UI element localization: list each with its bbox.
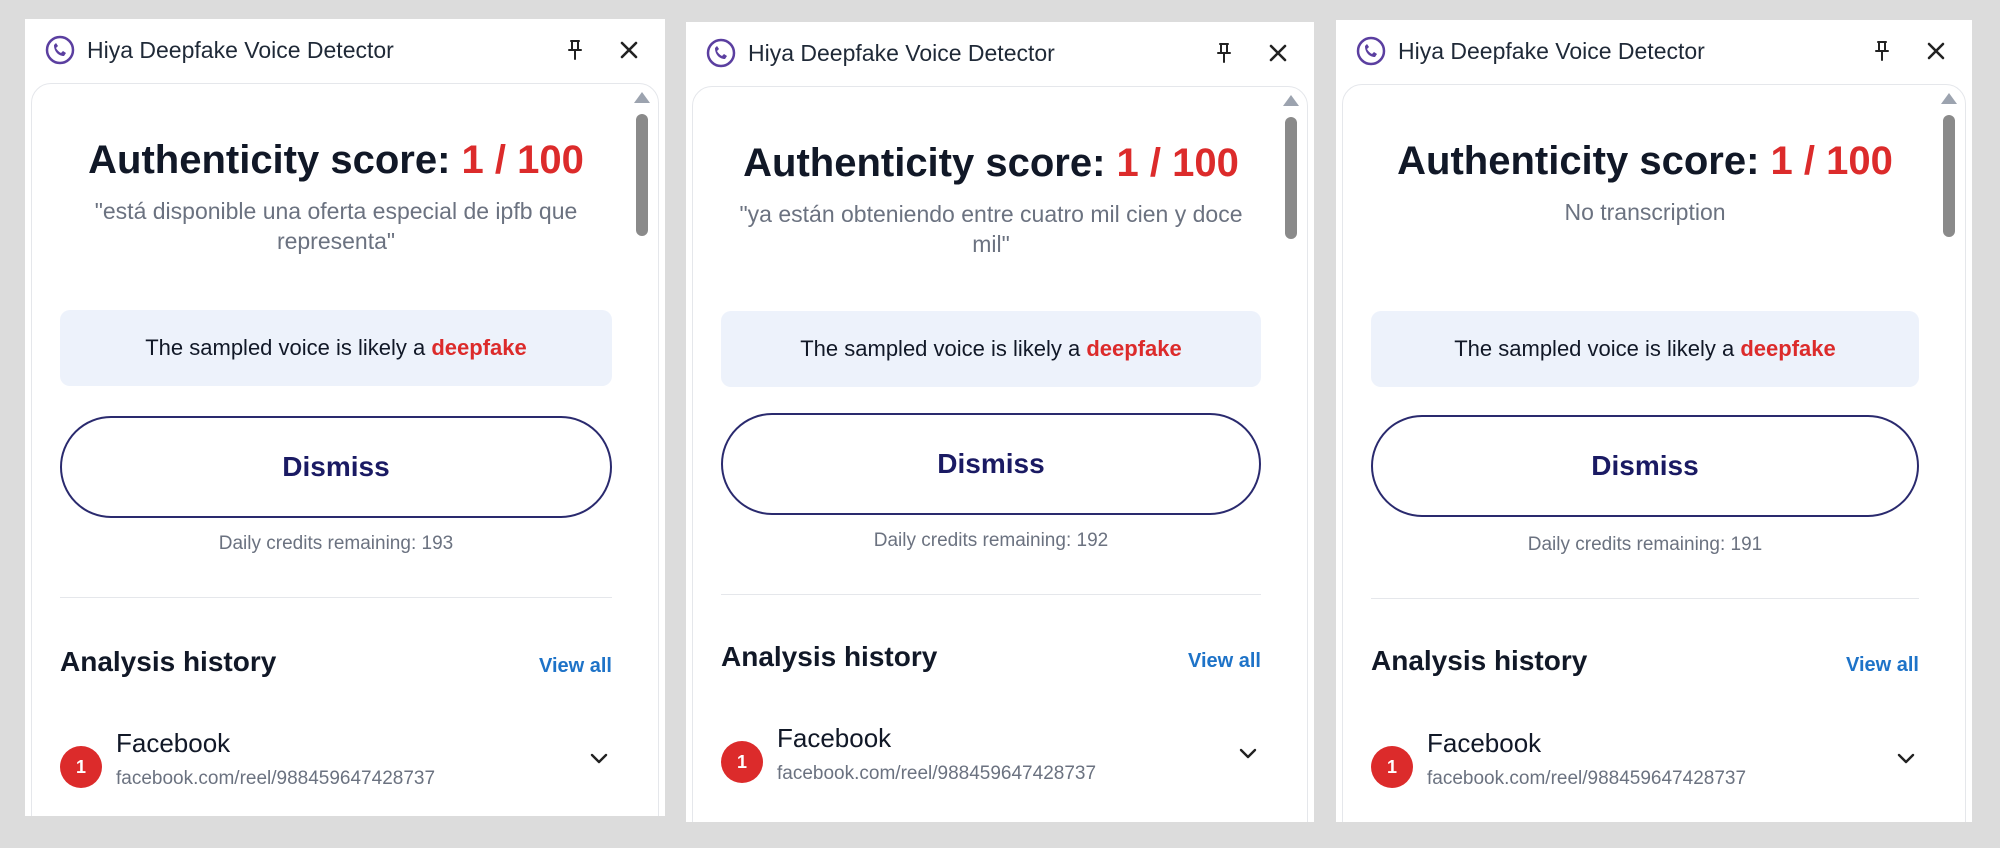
transcription-text: "ya están obteniendo entre cuatro mil ci… <box>739 201 1243 257</box>
verdict-word: deepfake <box>1086 336 1182 361</box>
history-score-badge: 1 <box>60 746 102 788</box>
verdict-word: deepfake <box>431 335 527 360</box>
scroll-up-arrow[interactable] <box>634 92 650 103</box>
history-item-url: facebook.com/reel/988459647428737 <box>116 768 436 789</box>
pin-button[interactable] <box>561 36 589 64</box>
close-button[interactable] <box>1922 37 1950 65</box>
section-divider <box>721 594 1261 595</box>
verdict-box: The sampled voice is likely a deepfake <box>60 310 612 386</box>
score-label: Authenticity score: <box>743 141 1117 185</box>
score-value: 1 / 100 <box>1770 139 1893 183</box>
hiya-logo-icon <box>1356 36 1386 66</box>
chevron-down-icon[interactable] <box>586 746 612 772</box>
history-item-title: Facebook <box>777 723 892 753</box>
detector-panel-2: Hiya Deepfake Voice Detector Authenticit… <box>686 22 1314 822</box>
history-score-badge: 1 <box>721 741 763 783</box>
pin-button[interactable] <box>1868 37 1896 65</box>
dismiss-button[interactable]: Dismiss <box>1371 415 1919 517</box>
authenticity-score: Authenticity score: 1 / 100 <box>60 138 612 183</box>
section-divider <box>1371 598 1919 599</box>
score-value: 1 / 100 <box>461 138 584 182</box>
scrollbar-thumb[interactable] <box>1285 117 1297 239</box>
history-item[interactable]: 1 Facebook facebook.com/reel/98845964742… <box>60 728 612 798</box>
close-button[interactable] <box>1264 39 1292 67</box>
title-bar: Hiya Deepfake Voice Detector <box>1336 20 1972 82</box>
score-value: 1 / 100 <box>1116 141 1239 185</box>
result-card: Authenticity score: 1 / 100 No transcrip… <box>1342 84 1966 822</box>
app-title: Hiya Deepfake Voice Detector <box>87 37 394 63</box>
history-item-title: Facebook <box>1427 728 1542 758</box>
detector-panel-3: Hiya Deepfake Voice Detector Authenticit… <box>1336 20 1972 822</box>
history-score-badge: 1 <box>1371 746 1413 788</box>
pin-icon <box>568 40 582 60</box>
chevron-down-icon[interactable] <box>1235 741 1261 767</box>
scroll-up-arrow[interactable] <box>1283 95 1299 106</box>
verdict-word: deepfake <box>1740 336 1836 361</box>
analysis-history-title: Analysis history <box>60 646 277 677</box>
close-icon <box>1927 42 1945 60</box>
verdict-prefix: The sampled voice is likely a <box>145 335 432 360</box>
close-icon <box>620 41 638 59</box>
chevron-down-icon[interactable] <box>1893 746 1919 772</box>
history-item-title: Facebook <box>116 728 231 758</box>
authenticity-score: Authenticity score: 1 / 100 <box>1371 139 1919 184</box>
scrollbar-thumb[interactable] <box>636 114 648 236</box>
verdict-box: The sampled voice is likely a deepfake <box>721 311 1261 387</box>
transcription-text: "está disponible una oferta especial de … <box>94 198 578 254</box>
view-all-link[interactable]: View all <box>1188 650 1261 673</box>
view-all-link[interactable]: View all <box>1846 654 1919 677</box>
result-card: Authenticity score: 1 / 100 "ya están ob… <box>692 86 1308 822</box>
pin-icon <box>1217 43 1231 63</box>
view-all-link[interactable]: View all <box>539 655 612 678</box>
verdict-prefix: The sampled voice is likely a <box>800 336 1087 361</box>
hiya-logo-icon <box>706 38 736 68</box>
history-item-url: facebook.com/reel/988459647428737 <box>1427 768 1747 789</box>
close-button[interactable] <box>615 36 643 64</box>
section-divider <box>60 597 612 598</box>
pin-button[interactable] <box>1210 39 1238 67</box>
score-label: Authenticity score: <box>88 138 462 182</box>
score-label: Authenticity score: <box>1397 139 1771 183</box>
authenticity-score: Authenticity score: 1 / 100 <box>721 141 1261 186</box>
daily-credits: Daily credits remaining: 193 <box>218 533 454 554</box>
analysis-history-title: Analysis history <box>721 641 938 672</box>
close-icon <box>1269 44 1287 62</box>
history-item-url: facebook.com/reel/988459647428737 <box>777 763 1097 784</box>
history-item[interactable]: 1 Facebook facebook.com/reel/98845964742… <box>1371 728 1919 798</box>
verdict-box: The sampled voice is likely a deepfake <box>1371 311 1919 387</box>
dismiss-button[interactable]: Dismiss <box>721 413 1261 515</box>
title-bar: Hiya Deepfake Voice Detector <box>686 22 1314 84</box>
scroll-up-arrow[interactable] <box>1941 93 1957 104</box>
transcription-text: No transcription <box>1564 199 1726 225</box>
analysis-history-title: Analysis history <box>1371 645 1588 676</box>
hiya-logo-icon <box>45 35 75 65</box>
detector-panel-1: Hiya Deepfake Voice Detector Authenticit… <box>25 19 665 816</box>
daily-credits: Daily credits remaining: 192 <box>873 530 1109 551</box>
scrollbar-thumb[interactable] <box>1943 115 1955 237</box>
dismiss-button[interactable]: Dismiss <box>60 416 612 518</box>
pin-icon <box>1875 41 1889 61</box>
verdict-prefix: The sampled voice is likely a <box>1454 336 1741 361</box>
history-item[interactable]: 1 Facebook facebook.com/reel/98845964742… <box>721 723 1261 793</box>
result-card: Authenticity score: 1 / 100 "está dispon… <box>31 83 659 816</box>
app-title: Hiya Deepfake Voice Detector <box>1398 38 1705 64</box>
title-bar: Hiya Deepfake Voice Detector <box>25 19 665 81</box>
daily-credits: Daily credits remaining: 191 <box>1527 534 1763 555</box>
app-title: Hiya Deepfake Voice Detector <box>748 40 1055 66</box>
